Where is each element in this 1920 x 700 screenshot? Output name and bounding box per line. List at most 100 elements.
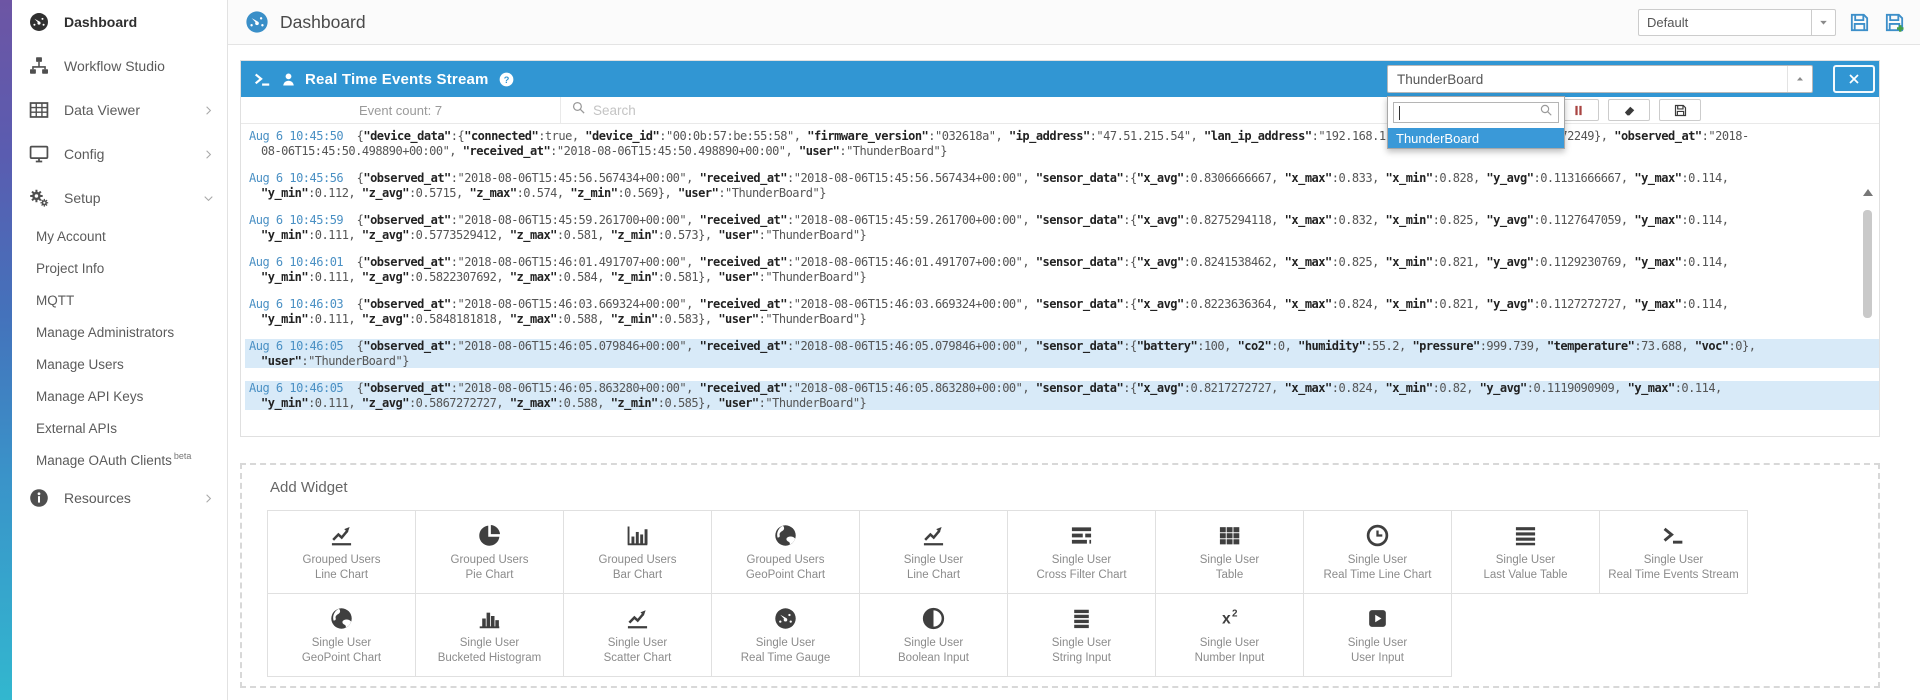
widget-grouped-users-bar-chart[interactable]: Grouped UsersBar Chart <box>563 510 712 594</box>
sidebar-item-label: Resources <box>64 490 131 506</box>
widget-single-user-real-time-events-stream[interactable]: Single UserReal Time Events Stream <box>1599 510 1748 594</box>
widget-label: Single UserBoolean Input <box>898 636 969 666</box>
log-timestamp: Aug 6 10:45:59 <box>249 213 343 227</box>
widget-single-user-user-input[interactable]: Single UserUser Input <box>1303 593 1452 677</box>
sidebar-item-manage-api-keys[interactable]: Manage API Keys <box>12 380 227 412</box>
close-widget-button[interactable] <box>1833 65 1875 93</box>
sidebar-item-label: Manage Users <box>36 357 124 372</box>
sidebar-item-config[interactable]: Config <box>12 132 227 176</box>
bar-chart-icon <box>625 521 650 548</box>
clear-button[interactable] <box>1608 99 1650 121</box>
sidebar-item-label: Config <box>64 146 104 162</box>
widget-label: Single UserReal Time Events Stream <box>1608 553 1738 583</box>
save-as-new-dashboard-button[interactable] <box>1883 11 1906 34</box>
log-entry: Aug 6 10:46:05 {"observed_at":"2018-08-0… <box>245 381 1879 410</box>
widget-single-user-line-chart[interactable]: Single UserLine Chart <box>859 510 1008 594</box>
widget-grouped-users-line-chart[interactable]: Grouped UsersLine Chart <box>267 510 416 594</box>
sidebar-item-workflow-studio[interactable]: Workflow Studio <box>12 44 227 88</box>
widget-grouped-users-pie-chart[interactable]: Grouped UsersPie Chart <box>415 510 564 594</box>
widget-single-user-real-time-gauge[interactable]: Single UserReal Time Gauge <box>711 593 860 677</box>
log-timestamp: Aug 6 10:46:01 <box>249 255 343 269</box>
sidebar-item-dashboard[interactable]: Dashboard <box>12 0 227 44</box>
sidebar-item-label: Manage Administrators <box>36 325 174 340</box>
terminal-icon <box>253 70 272 89</box>
widget-single-user-geopoint-chart[interactable]: Single UserGeoPoint Chart <box>267 593 416 677</box>
add-widget-area: Add Widget Grouped UsersLine Chart Groupe… <box>240 463 1880 688</box>
help-icon[interactable]: ? <box>498 71 515 88</box>
app-root: DashboardWorkflow StudioData Viewer Confi… <box>0 0 1920 700</box>
log-entry: Aug 6 10:46:05 {"observed_at":"2018-08-0… <box>245 339 1879 368</box>
log-entry: Aug 6 10:46:01 {"observed_at":"2018-08-0… <box>245 255 1879 284</box>
widget-title: Real Time Events Stream <box>305 71 489 88</box>
widget-label: Single UserTable <box>1200 553 1259 583</box>
log-scrollbar <box>1861 189 1874 473</box>
log-timestamp: Aug 6 10:46:05 <box>249 339 343 353</box>
user-select[interactable]: ThunderBoard <box>1387 65 1813 93</box>
clock-icon <box>1365 521 1390 548</box>
stream-controls <box>1557 97 1879 123</box>
widget-label: Grouped UsersLine Chart <box>303 553 381 583</box>
event-count: Event count: 7 <box>241 97 561 123</box>
widget-single-user-last-value-table[interactable]: Single UserLast Value Table <box>1451 510 1600 594</box>
sidebar-item-my-account[interactable]: My Account <box>12 220 227 252</box>
sidebar-item-label: Manage OAuth Clients <box>36 453 172 468</box>
grid-icon <box>1217 521 1242 548</box>
sidebar-item-external-apis[interactable]: External APIs <box>12 412 227 444</box>
widget-toolbar: Event count: 7 <box>241 97 1879 124</box>
caret-up-icon[interactable] <box>1787 66 1812 92</box>
scrollbar-thumb[interactable] <box>1863 210 1872 318</box>
sidebar-item-manage-administrators[interactable]: Manage Administrators <box>12 316 227 348</box>
user-select-value: ThunderBoard <box>1397 72 1483 87</box>
scroll-up-arrow[interactable] <box>1863 189 1873 196</box>
widget-label: Single UserLine Chart <box>904 553 963 583</box>
sidebar: DashboardWorkflow StudioData Viewer Confi… <box>12 0 228 700</box>
globe-icon <box>773 521 798 548</box>
cross-filter-icon <box>1069 521 1094 548</box>
add-widget-title: Add Widget <box>270 479 1878 496</box>
sidebar-item-resources[interactable]: Resources <box>12 476 227 520</box>
save-dashboard-button[interactable] <box>1848 11 1871 34</box>
search-icon <box>571 100 593 120</box>
dashboard-select[interactable]: Default <box>1638 9 1812 36</box>
chevron-right-icon <box>202 148 215 161</box>
sidebar-item-manage-oauth-clients[interactable]: Manage OAuth Clientsbeta <box>12 444 227 476</box>
widget-single-user-cross-filter-chart[interactable]: Single UserCross Filter Chart <box>1007 510 1156 594</box>
widget-single-user-string-input[interactable]: Single UserString Input <box>1007 593 1156 677</box>
sidebar-item-label: My Account <box>36 229 106 244</box>
line-chart-icon <box>329 521 354 548</box>
widget-label: Single UserGeoPoint Chart <box>302 636 381 666</box>
widget-single-user-table[interactable]: Single UserTable <box>1155 510 1304 594</box>
search-input[interactable] <box>593 103 1013 118</box>
widget-label: Single UserBucketed Histogram <box>438 636 542 666</box>
sidebar-item-project-info[interactable]: Project Info <box>12 252 227 284</box>
sidebar-item-setup[interactable]: Setup <box>12 176 227 220</box>
user-icon <box>280 71 297 88</box>
histogram-icon <box>477 604 502 631</box>
sitemap-icon <box>28 55 50 77</box>
dashboard-select-caret[interactable] <box>1812 9 1836 36</box>
widget-label: Grouped UsersPie Chart <box>451 553 529 583</box>
sidebar-item-mqtt[interactable]: MQTT <box>12 284 227 316</box>
pie-chart-icon <box>477 521 502 548</box>
log-timestamp: Aug 6 10:45:50 <box>249 129 343 143</box>
widget-grouped-users-geopoint-chart[interactable]: Grouped UsersGeoPoint Chart <box>711 510 860 594</box>
sidebar-item-label: Setup <box>64 190 101 206</box>
widget-single-user-real-time-line-chart[interactable]: Single UserReal Time Line Chart <box>1303 510 1452 594</box>
sidebar-item-label: Manage API Keys <box>36 389 143 404</box>
widget-single-user-boolean-input[interactable]: Single UserBoolean Input <box>859 593 1008 677</box>
widget-single-user-scatter-chart[interactable]: Single UserScatter Chart <box>563 593 712 677</box>
dropdown-search-input[interactable] <box>1400 106 1539 120</box>
events-stream-widget: Real Time Events Stream ? ThunderBoard E… <box>240 60 1880 437</box>
widget-single-user-bucketed-histogram[interactable]: Single UserBucketed Histogram <box>415 593 564 677</box>
dropdown-option-thunderboard[interactable]: ThunderBoard <box>1388 128 1564 148</box>
widget-label: Single UserScatter Chart <box>604 636 672 666</box>
search-icon <box>1539 103 1553 122</box>
widget-header: Real Time Events Stream ? ThunderBoard <box>241 61 1879 97</box>
sidebar-item-data-viewer[interactable]: Data Viewer <box>12 88 227 132</box>
widget-single-user-number-input[interactable]: x2Single UserNumber Input <box>1155 593 1304 677</box>
sidebar-item-manage-users[interactable]: Manage Users <box>12 348 227 380</box>
gauge-icon <box>773 604 798 631</box>
download-button[interactable] <box>1659 99 1701 121</box>
chevron-down-icon <box>202 192 215 205</box>
globe-icon <box>329 604 354 631</box>
